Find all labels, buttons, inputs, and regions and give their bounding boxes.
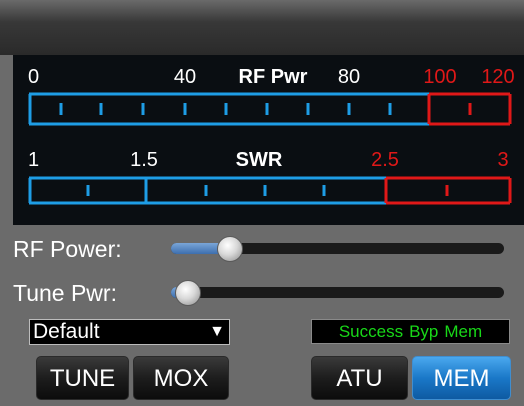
atu-status-box: Success Byp Mem <box>311 319 510 344</box>
swr-meter-title: SWR <box>236 149 283 171</box>
tune-button[interactable]: TUNE <box>36 356 129 400</box>
rf-label-40: 40 <box>174 66 196 88</box>
profile-dropdown[interactable]: Default ▼ <box>29 319 230 345</box>
profile-selected: Default <box>33 320 100 343</box>
swr-label-3: 3 <box>497 149 508 171</box>
title-bar <box>0 0 524 55</box>
tune-pwr-label: Tune Pwr: <box>13 280 117 306</box>
status-bypass: Byp <box>409 322 439 341</box>
status-memory: Mem <box>444 322 483 341</box>
rf-label-80: 80 <box>338 66 360 88</box>
mem-button[interactable]: MEM <box>412 356 511 400</box>
rf-label-0: 0 <box>28 66 39 88</box>
mox-button[interactable]: MOX <box>133 356 229 400</box>
tune-pwr-track <box>171 287 504 298</box>
atu-button[interactable]: ATU <box>311 356 408 400</box>
rf-label-120: 120 <box>481 66 514 88</box>
rf-scale <box>28 92 512 126</box>
swr-scale <box>28 176 512 205</box>
rf-label-100: 100 <box>423 66 456 88</box>
swr-label-2-5: 2.5 <box>371 149 399 171</box>
swr-label-1-5: 1.5 <box>130 149 158 171</box>
rf-meter-title: RF Pwr <box>239 66 308 88</box>
dropdown-arrow-icon: ▼ <box>209 323 225 340</box>
meters-svg: 0 40 RF Pwr 80 100 120 1 1.5 SWR 2.5 3 <box>28 66 515 205</box>
tune-pwr-thumb[interactable] <box>175 280 201 306</box>
meter-panel: 0 40 RF Pwr 80 100 120 1 1.5 SWR 2.5 3 <box>13 55 524 225</box>
rf-power-slider[interactable] <box>171 236 504 262</box>
swr-label-1: 1 <box>28 149 39 171</box>
rf-power-thumb[interactable] <box>217 236 244 262</box>
status-success: Success <box>338 322 404 341</box>
rf-power-label: RF Power: <box>13 236 122 262</box>
tune-pwr-slider[interactable] <box>171 280 504 306</box>
